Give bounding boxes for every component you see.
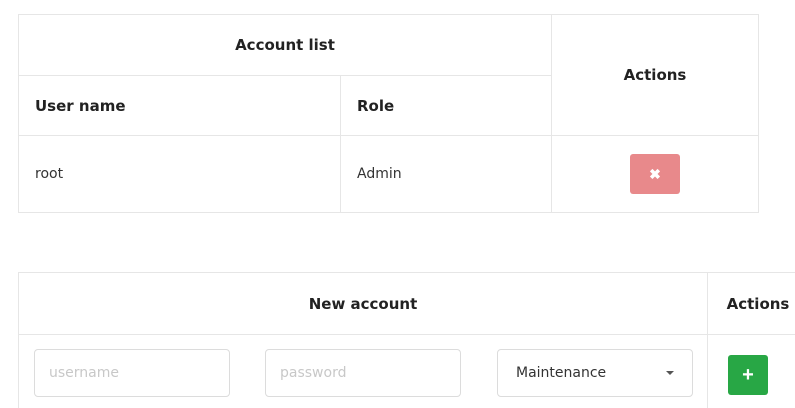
- table-row: root Admin ✖: [18, 135, 759, 213]
- new-account-form: Maintenance: [19, 335, 707, 408]
- delete-user-button[interactable]: ✖: [630, 154, 680, 194]
- role-column-header: Role: [340, 75, 552, 136]
- account-list-header: Account list: [18, 14, 552, 76]
- role-cell: Admin: [340, 135, 552, 213]
- username-column-header: User name: [18, 75, 341, 136]
- new-account-header: New account: [18, 272, 708, 335]
- page: Account list Actions User name Role root…: [0, 0, 795, 408]
- username-cell: root: [18, 135, 341, 213]
- new-account-table: New account Actions Maintenance: [18, 272, 795, 408]
- plus-icon: +: [742, 364, 754, 386]
- role-select-value: Maintenance: [516, 365, 607, 381]
- account-list-table: Account list Actions User name Role root…: [18, 14, 759, 213]
- password-input[interactable]: [265, 349, 461, 397]
- role-select[interactable]: Maintenance: [497, 349, 693, 397]
- add-account-button[interactable]: +: [728, 355, 768, 395]
- close-icon: ✖: [649, 165, 661, 182]
- new-account-actions-cell: +: [707, 334, 795, 408]
- new-account-actions-header: Actions: [707, 272, 795, 335]
- actions-header: Actions: [551, 14, 759, 136]
- new-account-form-cell: Maintenance: [18, 334, 708, 408]
- username-input[interactable]: [34, 349, 230, 397]
- actions-cell: ✖: [551, 135, 759, 213]
- caret-down-icon: [666, 371, 674, 375]
